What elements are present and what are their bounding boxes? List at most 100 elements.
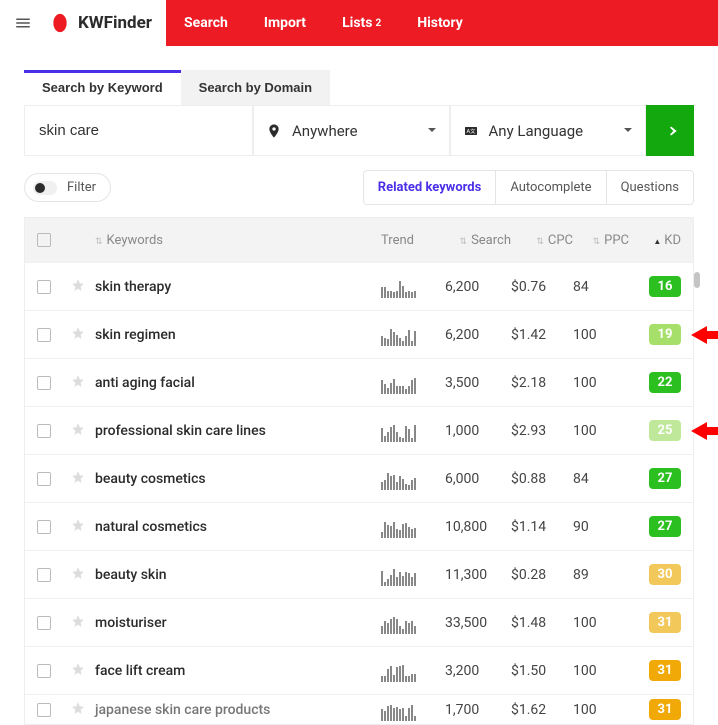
nav-lists[interactable]: Lists 2 <box>324 0 399 46</box>
th-checkbox <box>37 233 71 247</box>
star-icon[interactable] <box>71 470 95 488</box>
row-checkbox[interactable] <box>37 664 51 678</box>
row-checkbox[interactable] <box>37 616 51 630</box>
kd-badge: 27 <box>649 516 681 537</box>
cpc-cell: $2.18 <box>511 375 573 391</box>
row-checkbox-cell <box>37 568 71 582</box>
row-checkbox-cell <box>37 664 71 678</box>
keyword-cell[interactable]: moisturiser <box>95 615 381 631</box>
keyword-cell[interactable]: japanese skin care products <box>95 702 381 718</box>
row-checkbox[interactable] <box>37 328 51 342</box>
cpc-cell: $0.76 <box>511 279 573 295</box>
row-checkbox[interactable] <box>37 280 51 294</box>
keyword-cell[interactable]: beauty skin <box>95 567 381 583</box>
search-input[interactable] <box>24 105 253 156</box>
tab-related[interactable]: Related keywords <box>364 171 496 204</box>
language-picker[interactable]: A文 Any Language <box>450 105 647 156</box>
filter-toggle[interactable]: Filter <box>24 173 111 202</box>
row-checkbox[interactable] <box>37 703 51 717</box>
cpc-cell: $1.14 <box>511 519 573 535</box>
pin-icon <box>266 123 282 139</box>
th-search[interactable]: ⇅Search <box>437 233 511 248</box>
trend-sparkline <box>381 468 437 490</box>
row-checkbox-cell <box>37 616 71 630</box>
sort-icon: ⇅ <box>593 237 601 247</box>
callout-arrow-icon <box>691 326 718 344</box>
select-all-checkbox[interactable] <box>37 233 51 247</box>
location-picker[interactable]: Anywhere <box>253 105 450 156</box>
brand[interactable]: KWFinder <box>46 0 166 46</box>
star-icon[interactable] <box>71 518 95 536</box>
ppc-cell: 100 <box>573 327 629 343</box>
trend-sparkline <box>381 612 437 634</box>
row-checkbox[interactable] <box>37 472 51 486</box>
th-ppc[interactable]: ⇅PPC <box>573 233 629 248</box>
hamburger-icon <box>14 14 32 32</box>
nav-import[interactable]: Import <box>246 0 324 46</box>
th-kd[interactable]: ▲KD <box>629 233 681 248</box>
kd-badge: 31 <box>649 660 681 681</box>
menu-button[interactable] <box>0 0 46 46</box>
language-label: Any Language <box>489 122 584 140</box>
star-icon[interactable] <box>71 614 95 632</box>
table-row: beauty cosmetics6,000$0.888427 <box>25 454 693 502</box>
th-trend[interactable]: Trend <box>381 233 437 248</box>
tab-questions[interactable]: Questions <box>606 171 693 204</box>
keyword-cell[interactable]: skin therapy <box>95 279 381 295</box>
kd-cell: 31 <box>629 612 681 633</box>
callout-arrow-icon <box>691 422 718 440</box>
row-checkbox-cell <box>37 520 71 534</box>
star-icon[interactable] <box>71 566 95 584</box>
filter-label: Filter <box>67 180 96 195</box>
row-checkbox[interactable] <box>37 568 51 582</box>
star-icon[interactable] <box>71 662 95 680</box>
cpc-cell: $1.42 <box>511 327 573 343</box>
keyword-cell[interactable]: beauty cosmetics <box>95 471 381 487</box>
star-icon[interactable] <box>71 374 95 392</box>
row-checkbox-cell <box>37 328 71 342</box>
table-header: ⇅Keywords Trend ⇅Search ⇅CPC ⇅PPC ▲KD <box>25 218 693 262</box>
scrollbar-thumb[interactable] <box>694 272 700 288</box>
star-icon[interactable] <box>71 326 95 344</box>
ppc-cell: 90 <box>573 519 629 535</box>
kd-cell: 27 <box>629 468 681 489</box>
table-row: anti aging facial3,500$2.1810022 <box>25 358 693 406</box>
kd-badge: 27 <box>649 468 681 489</box>
nav-search[interactable]: Search <box>166 0 246 46</box>
kd-cell: 25 <box>629 420 681 441</box>
row-checkbox[interactable] <box>37 424 51 438</box>
kd-cell: 19 <box>629 324 681 345</box>
kd-cell: 16 <box>629 276 681 297</box>
sort-asc-icon: ▲ <box>653 237 661 246</box>
row-checkbox-cell <box>37 472 71 486</box>
keyword-cell[interactable]: face lift cream <box>95 663 381 679</box>
search-submit-button[interactable] <box>646 105 694 156</box>
search-volume-cell: 1,700 <box>437 702 511 718</box>
search-volume-cell: 6,200 <box>437 327 511 343</box>
row-checkbox[interactable] <box>37 520 51 534</box>
th-keywords[interactable]: ⇅Keywords <box>95 233 381 248</box>
ppc-cell: 100 <box>573 702 629 718</box>
nav-lists-label: Lists <box>342 15 372 31</box>
tab-autocomplete[interactable]: Autocomplete <box>495 171 605 204</box>
kd-cell: 30 <box>629 564 681 585</box>
keyword-cell[interactable]: skin regimen <box>95 327 381 343</box>
ppc-cell: 84 <box>573 279 629 295</box>
star-icon[interactable] <box>71 278 95 296</box>
star-icon[interactable] <box>71 701 95 719</box>
nav-history[interactable]: History <box>399 0 481 46</box>
cpc-cell: $2.93 <box>511 423 573 439</box>
cpc-cell: $0.28 <box>511 567 573 583</box>
sort-icon: ⇅ <box>95 237 103 247</box>
table-body: skin therapy6,200$0.768416skin regimen6,… <box>25 262 693 724</box>
keyword-cell[interactable]: natural cosmetics <box>95 519 381 535</box>
trend-sparkline <box>381 516 437 538</box>
keyword-cell[interactable]: anti aging facial <box>95 375 381 391</box>
tab-search-keyword[interactable]: Search by Keyword <box>24 70 181 105</box>
star-icon[interactable] <box>71 422 95 440</box>
row-checkbox[interactable] <box>37 376 51 390</box>
keyword-cell[interactable]: professional skin care lines <box>95 423 381 439</box>
th-cpc[interactable]: ⇅CPC <box>511 233 573 248</box>
tab-search-domain[interactable]: Search by Domain <box>181 70 330 105</box>
table-row: moisturiser33,500$1.4810031 <box>25 598 693 646</box>
